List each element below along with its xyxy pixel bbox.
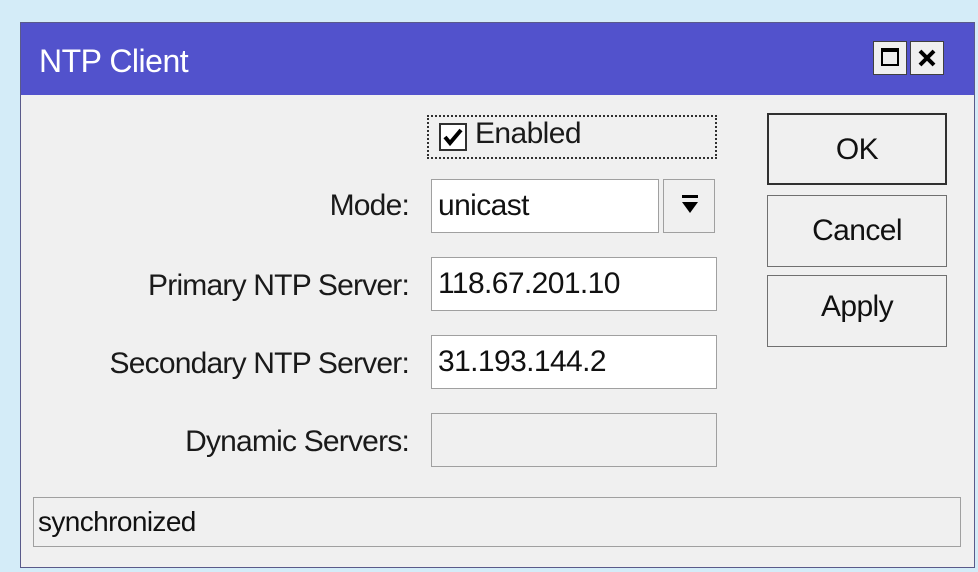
primary-ntp-server-input[interactable]: 118.67.201.10 bbox=[431, 257, 717, 311]
enabled-label: Enabled bbox=[475, 117, 582, 150]
enabled-checkbox[interactable] bbox=[439, 123, 467, 151]
close-icon bbox=[918, 49, 936, 67]
cancel-button[interactable]: Cancel bbox=[767, 195, 947, 267]
window-title: NTP Client bbox=[39, 43, 189, 79]
status-bar: synchronized bbox=[33, 497, 961, 547]
dynamic-servers-field bbox=[431, 413, 717, 467]
secondary-ntp-server-label: Secondary NTP Server: bbox=[109, 347, 410, 380]
enabled-checkbox-row[interactable]: Enabled bbox=[427, 115, 717, 159]
mode-label: Mode: bbox=[329, 189, 410, 222]
close-button[interactable] bbox=[910, 41, 944, 75]
dropdown-arrow-icon bbox=[682, 195, 698, 213]
ntp-client-window: NTP Client Enabled Mode: unicast Primary… bbox=[20, 22, 975, 568]
mode-dropdown-button[interactable] bbox=[663, 179, 715, 233]
checkmark-icon bbox=[443, 128, 463, 147]
maximize-button[interactable] bbox=[873, 41, 907, 75]
title-bar[interactable]: NTP Client bbox=[21, 23, 974, 95]
dynamic-servers-label: Dynamic Servers: bbox=[185, 425, 410, 458]
apply-button[interactable]: Apply bbox=[767, 275, 947, 347]
mode-select[interactable]: unicast bbox=[431, 179, 659, 233]
secondary-ntp-server-input[interactable]: 31.193.144.2 bbox=[431, 335, 717, 389]
primary-ntp-server-label: Primary NTP Server: bbox=[148, 269, 410, 302]
maximize-icon bbox=[881, 48, 899, 66]
ok-button[interactable]: OK bbox=[767, 113, 947, 185]
